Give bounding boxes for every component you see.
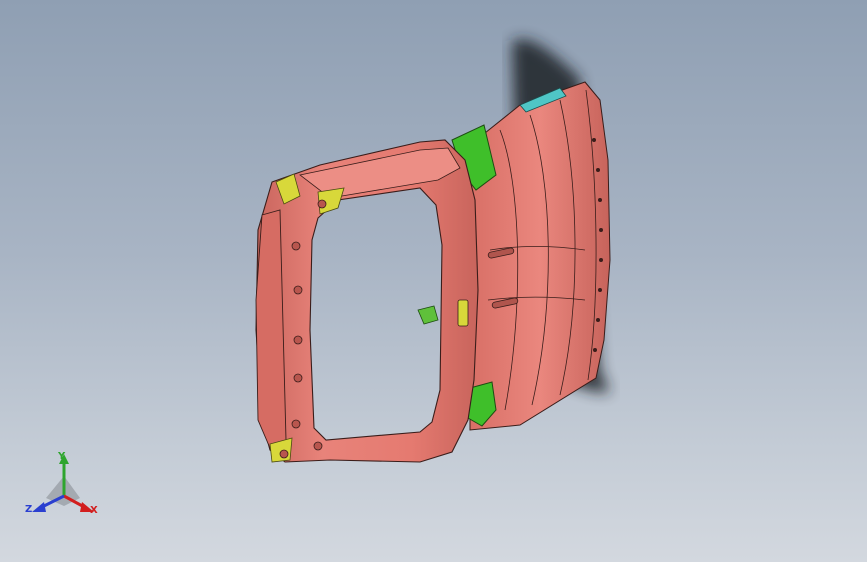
- z-axis-arrow: [32, 502, 46, 512]
- 3d-viewport[interactable]: X Y Z: [0, 0, 867, 562]
- tailgate-model[interactable]: [0, 0, 867, 562]
- y-axis-label: Y: [58, 451, 66, 462]
- latch-bracket: [417, 305, 439, 325]
- z-axis-label: Z: [25, 504, 33, 515]
- orientation-triad: X Y Z: [22, 446, 106, 526]
- x-axis-label: X: [90, 505, 98, 516]
